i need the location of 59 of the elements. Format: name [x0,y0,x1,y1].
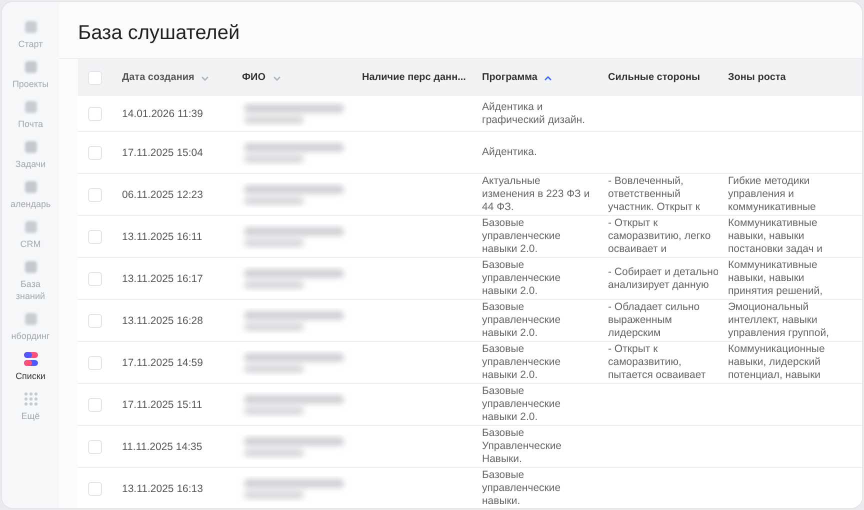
grid-icon [22,390,40,408]
date-cell: 06.11.2025 12:23 [122,188,203,200]
checkbox[interactable] [88,188,102,202]
program-cell-text: Базовые управленческие навыки 2.0. [482,343,562,382]
nav-item[interactable]: База знаний [2,254,59,306]
date-cell: 13.11.2025 16:11 [122,230,202,242]
strengths-cell-text: - Открыт к саморазвитию, пытается осваивает [608,343,707,382]
nav-item[interactable]: Проекты [2,54,59,94]
checkbox[interactable] [88,398,102,412]
date-cell: 14.01.2026 11:39 [122,108,203,120]
program-cell-text: Базовые управленческие навыки 2.0. [482,385,562,424]
checkbox[interactable] [88,440,102,454]
column-header[interactable]: Сильные стороны [608,72,700,83]
nav-item[interactable]: Почта [2,94,59,134]
column-header[interactable]: Наличие перс данн... [362,72,466,83]
date-cell: 17.11.2025 15:04 [122,146,203,158]
nav-item[interactable]: CRM [2,214,59,254]
date-cell: 11.11.2025 14:35 [122,440,202,452]
nav-item[interactable]: Списки [2,346,59,386]
program-cell-text: Айдентика. [482,146,538,159]
nav-item[interactable]: Старт [2,14,59,54]
program-cell-text: Базовые управленческие навыки 2.0. [482,301,562,340]
checkbox[interactable] [88,106,102,120]
program-cell-text: Базовые управленческие навыки 2.0. [482,217,562,256]
growth-cell-text: Коммуникативные навыки, навыки постановки задач и [728,217,824,256]
checkbox[interactable] [88,272,102,286]
nav-item[interactable]: Задачи [2,134,59,174]
strengths-cell-text: - Обладает сильно выраженным лидерским [608,301,701,340]
program-cell-text: Базовые управленческие навыки. [482,469,562,508]
program-cell-text: Базовые управленческие навыки 2.0. [482,259,562,298]
growth-cell-text: Эмоциональный интеллект, навыки управления группой, [728,301,830,340]
column-header[interactable]: Зоны роста [728,72,786,83]
date-cell: 13.11.2025 16:28 [122,314,203,326]
strengths-cell-text: - Открыт к саморазвитию, легко осваивает и [608,217,712,256]
date-cell: 13.11.2025 16:13 [122,482,203,494]
growth-cell-text: Гибкие методики управления и коммуникативные [728,175,817,214]
program-cell-text: Базовые Управленческие Навыки. [482,427,563,466]
column-header[interactable]: Программа [482,72,554,83]
column-header[interactable]: Дата создания [122,72,210,83]
growth-cell-text: Коммуникативные навыки, навыки принятия решений, [728,259,824,298]
nav-item[interactable]: Ещё [2,386,59,426]
growth-cell-text: Коммуникационные навыки, лидерский потенциал, навыки [728,343,826,382]
list-icon [22,350,40,368]
nav-item[interactable]: нбординг [2,306,59,346]
program-cell-text: Айдентика и графический дизайн. [482,100,586,126]
program-cell: Актуальные изменения в 223 ФЗ и 44 ФЗ. [482,175,590,214]
date-cell: 17.11.2025 15:11 [122,398,202,410]
checkbox[interactable] [88,146,102,160]
checkbox[interactable] [88,230,102,244]
checkbox[interactable] [88,314,102,328]
column-header[interactable]: ФИО [242,72,282,83]
date-cell: 17.11.2025 14:59 [122,356,203,368]
strengths-cell: - Собирает и детально анализирует данную [608,266,718,292]
checkbox[interactable] [88,482,102,496]
strengths-cell-text: - Вовлеченный, ответственный участник. Открыт к [608,175,701,214]
nav-item[interactable]: алендарь [2,174,59,214]
date-cell: 13.11.2025 16:17 [122,272,203,284]
checkbox[interactable] [88,356,102,370]
checkbox[interactable] [88,70,102,84]
